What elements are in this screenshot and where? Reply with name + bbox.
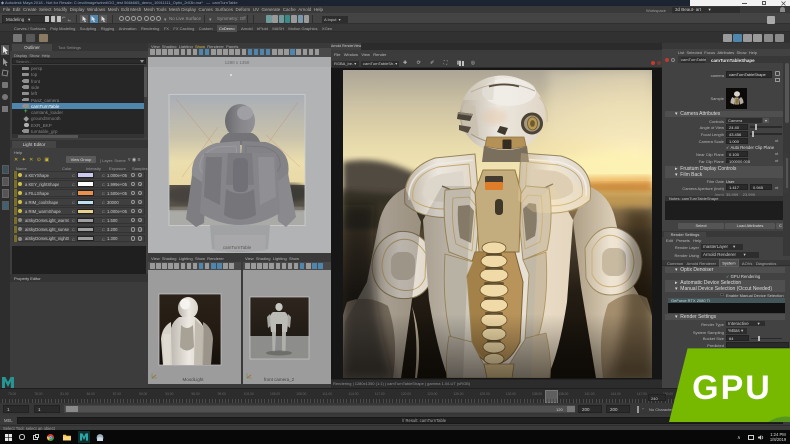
svg-text:GPU: GPU <box>692 369 772 407</box>
svg-text:camTurnTable: camTurnTable <box>223 245 252 250</box>
svg-text:front camera_2: front camera_2 <box>264 377 295 382</box>
svg-text:1280 x 1350: 1280 x 1350 <box>225 60 250 65</box>
svg-text:MoodLight: MoodLight <box>182 377 204 382</box>
